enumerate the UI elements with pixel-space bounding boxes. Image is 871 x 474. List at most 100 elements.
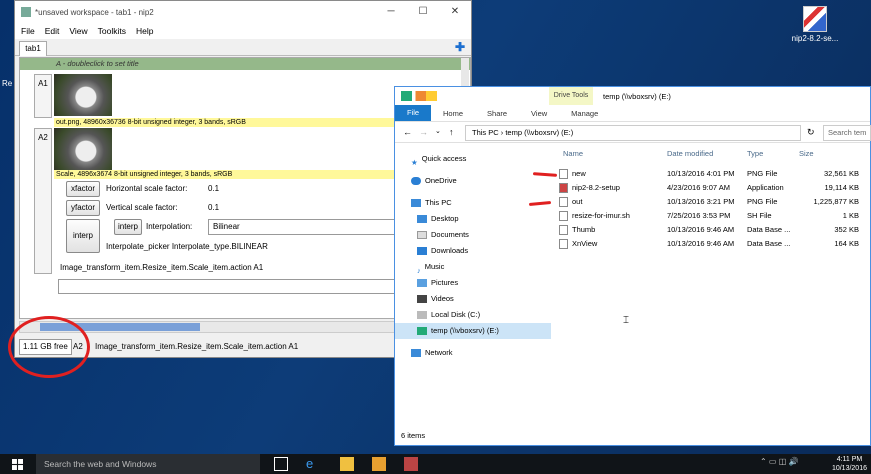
file-size: 1,225,877 KB <box>813 197 859 206</box>
file-explorer-icon[interactable] <box>340 457 354 471</box>
menu-toolkits[interactable]: Toolkits <box>98 26 126 36</box>
file-name: resize-for-imur.sh <box>572 211 630 220</box>
interp-button[interactable]: interp <box>66 219 100 253</box>
nav-label: Desktop <box>431 214 459 223</box>
nav-downloads[interactable]: Downloads <box>395 243 551 259</box>
windows-start-icon[interactable] <box>12 459 23 470</box>
nav-label: This PC <box>425 198 452 207</box>
nav-network[interactable]: Network <box>395 345 551 361</box>
installer-icon <box>803 6 827 32</box>
row-label-a1[interactable]: A1 <box>34 74 52 118</box>
interp-inner-button[interactable]: interp <box>114 219 142 235</box>
nav-label: Pictures <box>431 278 459 287</box>
desktop-icon-nip2-setup[interactable]: nip2-8.2-se... <box>770 6 860 43</box>
search-input[interactable]: Search tem <box>823 125 871 141</box>
column-name[interactable]: Name <box>563 149 583 158</box>
file-type: PNG File <box>747 169 778 178</box>
add-tab-icon[interactable]: ✚ <box>455 40 465 54</box>
file-type: SH File <box>747 211 772 220</box>
title-bar: *unsaved workspace - tab1 - nip2 ─ ☐ ✕ <box>15 1 471 23</box>
file-row[interactable]: XnView 10/13/2016 9:46 AM Data Base ... … <box>559 237 859 251</box>
drive-tools-tab[interactable]: Drive Tools <box>549 87 593 105</box>
nav-documents[interactable]: Documents <box>395 227 551 243</box>
address-bar-row: ← → ⌄ ↑ This PC › temp (\\vboxsrv) (E:) … <box>395 121 871 143</box>
nip2-task-icon[interactable] <box>404 457 418 471</box>
clock[interactable]: 4:11 PM 10/13/2016 <box>832 455 867 473</box>
up-icon[interactable]: ↑ <box>449 127 454 137</box>
nav-videos[interactable]: Videos <box>395 291 551 307</box>
edge-icon[interactable]: e <box>306 457 320 471</box>
star-icon: ★ <box>411 158 418 168</box>
menu-help[interactable]: Help <box>136 26 153 36</box>
column-size[interactable]: Size <box>799 149 814 158</box>
nav-this-pc[interactable]: This PC <box>395 195 551 211</box>
clock-date: 10/13/2016 <box>831 465 867 472</box>
file-size: 164 KB <box>834 239 859 248</box>
quick-access-toolbar-icon[interactable] <box>401 91 437 101</box>
file-name: new <box>572 169 586 178</box>
column-header[interactable]: A - doubleclick to set title <box>20 58 470 70</box>
task-view-icon[interactable] <box>274 457 288 471</box>
row-label-a2[interactable]: A2 <box>34 128 52 274</box>
file-row[interactable]: nip2-8.2-setup 4/23/2016 9:07 AM Applica… <box>559 181 859 195</box>
clock-time: 4:11 PM <box>836 456 863 463</box>
explorer-window: Drive Tools temp (\\vboxsrv) (E:) File H… <box>394 86 871 446</box>
interp-picker-text: Interpolate_picker Interpolate_type.BILI… <box>106 242 268 251</box>
close-button[interactable]: ✕ <box>439 1 471 23</box>
music-icon: ♪ <box>417 266 421 276</box>
ribbon-tab-manage[interactable]: Manage <box>559 109 610 118</box>
nav-label: OneDrive <box>425 176 457 185</box>
address-box[interactable]: This PC › temp (\\vboxsrv) (E:) <box>465 125 801 141</box>
column-date[interactable]: Date modified <box>667 149 713 158</box>
thumbnail-a2[interactable] <box>54 128 112 170</box>
breadcrumb-temp[interactable]: temp (\\vboxsrv) (E:) <box>505 128 573 137</box>
file-row[interactable]: new 10/13/2016 4:01 PM PNG File 32,561 K… <box>559 167 859 181</box>
media-icon[interactable] <box>372 457 386 471</box>
interpolation-dropdown[interactable]: Bilinear <box>208 219 408 235</box>
ribbon-tab-view[interactable]: View <box>519 109 559 118</box>
menu-edit[interactable]: Edit <box>45 26 60 36</box>
xfactor-value[interactable]: 0.1 <box>208 184 219 194</box>
nav-onedrive[interactable]: OneDrive <box>395 173 551 189</box>
file-row[interactable]: Thumb 10/13/2016 9:46 AM Data Base ... 3… <box>559 223 859 237</box>
file-size: 19,114 KB <box>824 183 859 192</box>
menu-file[interactable]: File <box>21 26 35 36</box>
taskbar: Search the web and Windows e ⌃ ▭ ◫ 🔊 4:1… <box>0 454 871 474</box>
minimize-button[interactable]: ─ <box>375 1 407 23</box>
ribbon-tab-file[interactable]: File <box>395 105 431 121</box>
nav-pictures[interactable]: Pictures <box>395 275 551 291</box>
nav-music[interactable]: ♪ Music <box>395 259 551 275</box>
refresh-icon[interactable]: ↻ <box>807 127 815 138</box>
thumbnail-a1[interactable] <box>54 74 112 116</box>
tray-icons[interactable]: ⌃ ▭ ◫ 🔊 <box>760 457 816 471</box>
yfactor-button[interactable]: yfactor <box>66 200 100 216</box>
file-row[interactable]: resize-for-imur.sh 7/25/2016 3:53 PM SH … <box>559 209 859 223</box>
forward-icon[interactable]: → <box>419 127 428 137</box>
nav-temp-drive[interactable]: temp (\\vboxsrv) (E:) <box>395 323 551 339</box>
column-type[interactable]: Type <box>747 149 763 158</box>
nav-local-disk[interactable]: Local Disk (C:) <box>395 307 551 323</box>
breadcrumb-this-pc[interactable]: This PC <box>472 128 499 137</box>
network-drive-icon <box>417 327 427 336</box>
ribbon-tab-home[interactable]: Home <box>431 109 475 118</box>
nav-label: temp (\\vboxsrv) (E:) <box>431 326 499 335</box>
png-file-icon <box>559 169 568 180</box>
yfactor-value[interactable]: 0.1 <box>208 203 219 213</box>
menu-view[interactable]: View <box>69 26 87 36</box>
nav-desktop[interactable]: Desktop <box>395 211 551 227</box>
file-date: 4/23/2016 9:07 AM <box>667 183 730 192</box>
back-icon[interactable]: ← <box>403 127 412 137</box>
taskbar-search[interactable]: Search the web and Windows <box>36 454 260 474</box>
nav-quick-access[interactable]: ★ Quick access <box>395 151 551 167</box>
sh-file-icon <box>559 211 568 222</box>
recent-icon[interactable]: ⌄ <box>435 127 441 135</box>
xfactor-button[interactable]: xfactor <box>66 181 100 197</box>
file-date: 10/13/2016 9:46 AM <box>667 225 735 234</box>
file-type: PNG File <box>747 197 778 206</box>
ribbon-tab-share[interactable]: Share <box>475 109 519 118</box>
maximize-button[interactable]: ☐ <box>407 1 439 23</box>
tab-tab1[interactable]: tab1 <box>19 41 47 56</box>
nav-label: Quick access <box>421 154 467 163</box>
action-text: Image_transform_item.Resize_item.Scale_i… <box>60 263 264 272</box>
file-row[interactable]: out 10/13/2016 3:21 PM PNG File 1,225,87… <box>559 195 859 209</box>
